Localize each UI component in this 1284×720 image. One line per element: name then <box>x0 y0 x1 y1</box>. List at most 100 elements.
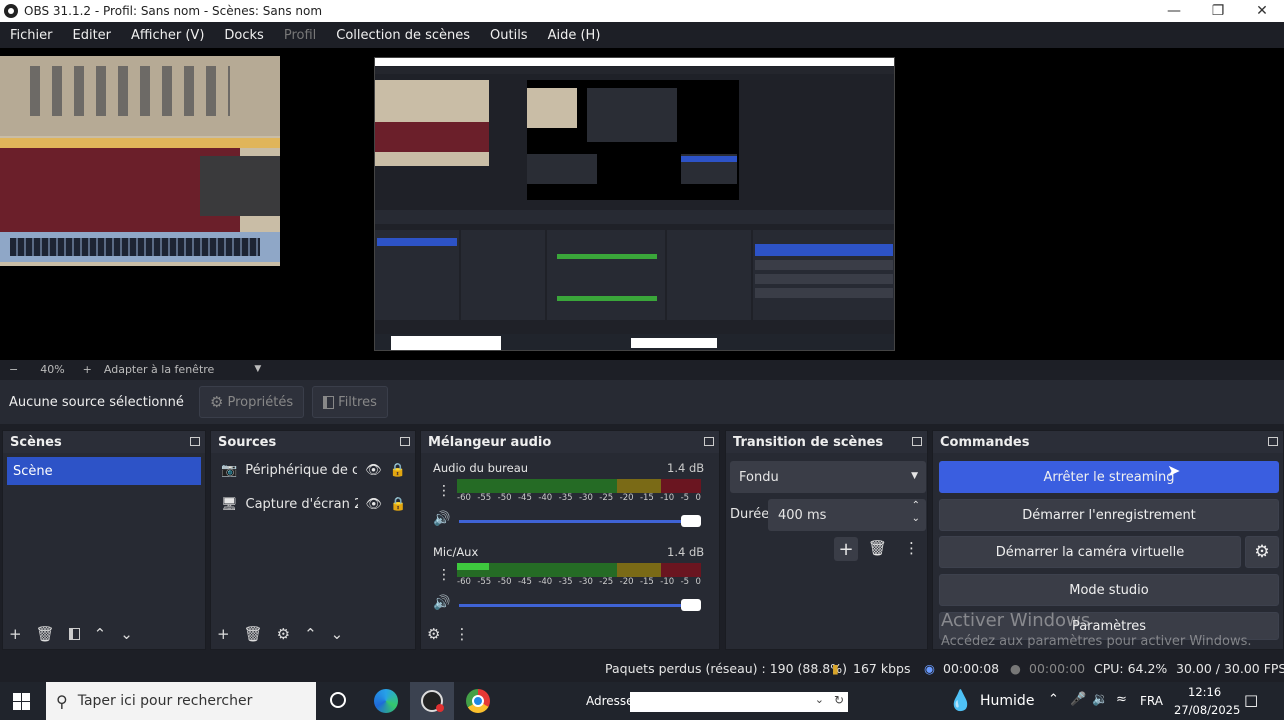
arrow-down-icon[interactable]: ⌄ <box>120 625 133 643</box>
studio-mode-button[interactable]: Mode studio <box>939 574 1279 606</box>
search-icon: ⚲ <box>56 691 68 711</box>
chevron-down-icon[interactable]: ⌄ <box>815 693 824 706</box>
duration-spinbox[interactable]: 400 ms ⌃ ⌄ <box>768 499 926 531</box>
lock-icon[interactable]: 🔒 <box>390 463 406 478</box>
add-icon[interactable]: + <box>9 625 22 643</box>
bitrate-icon: ▮ <box>832 661 839 676</box>
properties-button[interactable]: ⚙ Propriétés <box>199 386 305 418</box>
add-icon[interactable]: + <box>217 625 230 643</box>
chevron-up-icon[interactable]: ⌃ <box>912 500 920 511</box>
transition-type-select[interactable]: Fondu ▼ <box>730 461 926 493</box>
task-view-icon[interactable] <box>330 692 346 708</box>
taskbar: ⚲ Taper ici pour rechercher Adresse ⌄ ↻ … <box>0 682 1284 720</box>
zoom-value: 40% <box>40 362 65 376</box>
arrow-down-icon[interactable]: ⌄ <box>331 625 344 643</box>
arrow-up-icon[interactable]: ⌃ <box>304 625 317 643</box>
undock-icon[interactable] <box>912 437 922 446</box>
trash-icon[interactable]: 🗑 <box>868 539 887 557</box>
menu-collection[interactable]: Collection de scènes <box>326 28 480 43</box>
wifi-icon[interactable]: ≈ <box>1116 692 1127 707</box>
menu-bar: Fichier Editer Afficher (V) Docks Profil… <box>0 22 1284 48</box>
obs-taskbar-button[interactable] <box>410 682 454 720</box>
volume-slider[interactable] <box>459 520 691 523</box>
start-virtual-camera-label: Démarrer la caméra virtuelle <box>995 544 1185 560</box>
speaker-icon[interactable]: 🔊 <box>433 511 450 527</box>
screen-capture-feed-image <box>374 57 895 351</box>
undock-icon[interactable] <box>190 437 200 446</box>
more-options-icon[interactable]: ⋮ <box>904 539 919 557</box>
chevron-down-icon[interactable]: ⌄ <box>912 513 920 524</box>
sources-footer: + 🗑 ⚙ ⌃ ⌄ <box>211 619 415 649</box>
weather-label[interactable]: Humide <box>980 693 1034 709</box>
undock-icon[interactable] <box>704 437 714 446</box>
preview-canvas[interactable] <box>0 48 1284 360</box>
menu-outils[interactable]: Outils <box>480 28 538 43</box>
windows-start-icon[interactable] <box>13 693 30 710</box>
more-options-icon[interactable]: ⋮ <box>454 625 469 643</box>
clock-time[interactable]: 12:16 <box>1188 685 1221 699</box>
scene-item[interactable]: Scène <box>7 457 201 485</box>
speaker-icon[interactable]: 🔊 <box>433 595 450 611</box>
address-input[interactable]: ⌄ ↻ <box>630 692 848 712</box>
source-row[interactable]: 📷 Périphérique de cap 👁 🔒 <box>211 453 415 487</box>
transition-title: Transition de scènes <box>733 434 884 450</box>
filter-icon[interactable] <box>68 628 80 640</box>
notifications-icon[interactable]: □ <box>1244 691 1258 709</box>
close-button[interactable]: ✕ <box>1240 0 1284 22</box>
scenes-title: Scènes <box>10 434 62 450</box>
arrow-up-icon[interactable]: ⌃ <box>94 625 107 643</box>
properties-label: Propriétés <box>227 394 294 410</box>
trash-icon[interactable]: 🗑 <box>36 625 55 643</box>
zoom-fit-select[interactable]: Adapter à la fenêtre <box>104 363 214 376</box>
trash-icon[interactable]: 🗑 <box>244 625 263 643</box>
edge-icon[interactable] <box>374 689 398 713</box>
channel-db: 1.4 dB <box>667 545 705 559</box>
add-icon[interactable]: + <box>834 537 858 561</box>
menu-fichier[interactable]: Fichier <box>0 28 63 43</box>
stop-streaming-button[interactable]: Arrêter le streaming <box>939 461 1279 493</box>
start-recording-button[interactable]: Démarrer l'enregistrement <box>939 499 1279 531</box>
more-options-icon[interactable]: ⋮ <box>437 483 451 499</box>
maximize-button[interactable]: ❐ <box>1196 0 1240 22</box>
undock-icon[interactable] <box>400 437 410 446</box>
chrome-icon[interactable] <box>466 689 490 713</box>
camera-icon: 📷 <box>221 462 238 478</box>
menu-afficher[interactable]: Afficher (V) <box>121 28 214 43</box>
menu-docks[interactable]: Docks <box>214 28 273 43</box>
zoom-bar: − 40% + Adapter à la fenêtre ▼ <box>0 360 1284 378</box>
chevron-up-icon[interactable]: ⌃ <box>1048 692 1059 707</box>
eye-icon[interactable]: 👁 <box>365 463 382 478</box>
gear-icon[interactable]: ⚙ <box>427 625 440 643</box>
zoom-out-button[interactable]: − <box>9 363 18 376</box>
transition-header: Transition de scènes <box>726 431 927 453</box>
source-row[interactable]: 🖥 Capture d'écran 2 👁 🔒 <box>211 487 415 521</box>
filters-button[interactable]: Filtres <box>312 386 388 418</box>
refresh-icon[interactable]: ↻ <box>834 693 844 707</box>
chevron-down-icon[interactable]: ▼ <box>254 364 261 374</box>
more-options-icon[interactable]: ⋮ <box>437 567 451 583</box>
clock-date[interactable]: 27/08/2025 <box>1174 703 1240 717</box>
volume-icon[interactable]: 🔉 <box>1092 692 1108 707</box>
virtual-camera-settings-button[interactable]: ⚙ <box>1245 536 1279 568</box>
recording-icon: ● <box>1010 661 1021 676</box>
channel-name: Audio du bureau <box>433 461 529 475</box>
menu-profil[interactable]: Profil <box>274 28 326 43</box>
language-indicator[interactable]: FRA <box>1140 694 1163 708</box>
volume-slider-handle[interactable] <box>681 599 701 611</box>
microphone-icon[interactable]: 🎤 <box>1070 692 1086 707</box>
fps: 30.00 / 30.00 FPS <box>1176 661 1284 676</box>
weather-drop-icon[interactable]: 💧 <box>948 688 973 712</box>
taskbar-search-box[interactable]: ⚲ Taper ici pour rechercher <box>46 682 316 720</box>
volume-slider-handle[interactable] <box>681 515 701 527</box>
lock-icon[interactable]: 🔒 <box>390 497 406 512</box>
menu-aide[interactable]: Aide (H) <box>538 28 611 43</box>
volume-slider[interactable] <box>459 604 691 607</box>
start-virtual-camera-button[interactable]: Démarrer la caméra virtuelle <box>939 536 1241 568</box>
gear-icon[interactable]: ⚙ <box>277 625 290 643</box>
eye-icon[interactable]: 👁 <box>366 497 383 512</box>
menu-editer[interactable]: Editer <box>63 28 122 43</box>
zoom-in-button[interactable]: + <box>83 363 92 376</box>
minimize-button[interactable]: — <box>1152 0 1196 22</box>
recording-dot-icon <box>436 704 444 712</box>
undock-icon[interactable] <box>1268 437 1278 446</box>
